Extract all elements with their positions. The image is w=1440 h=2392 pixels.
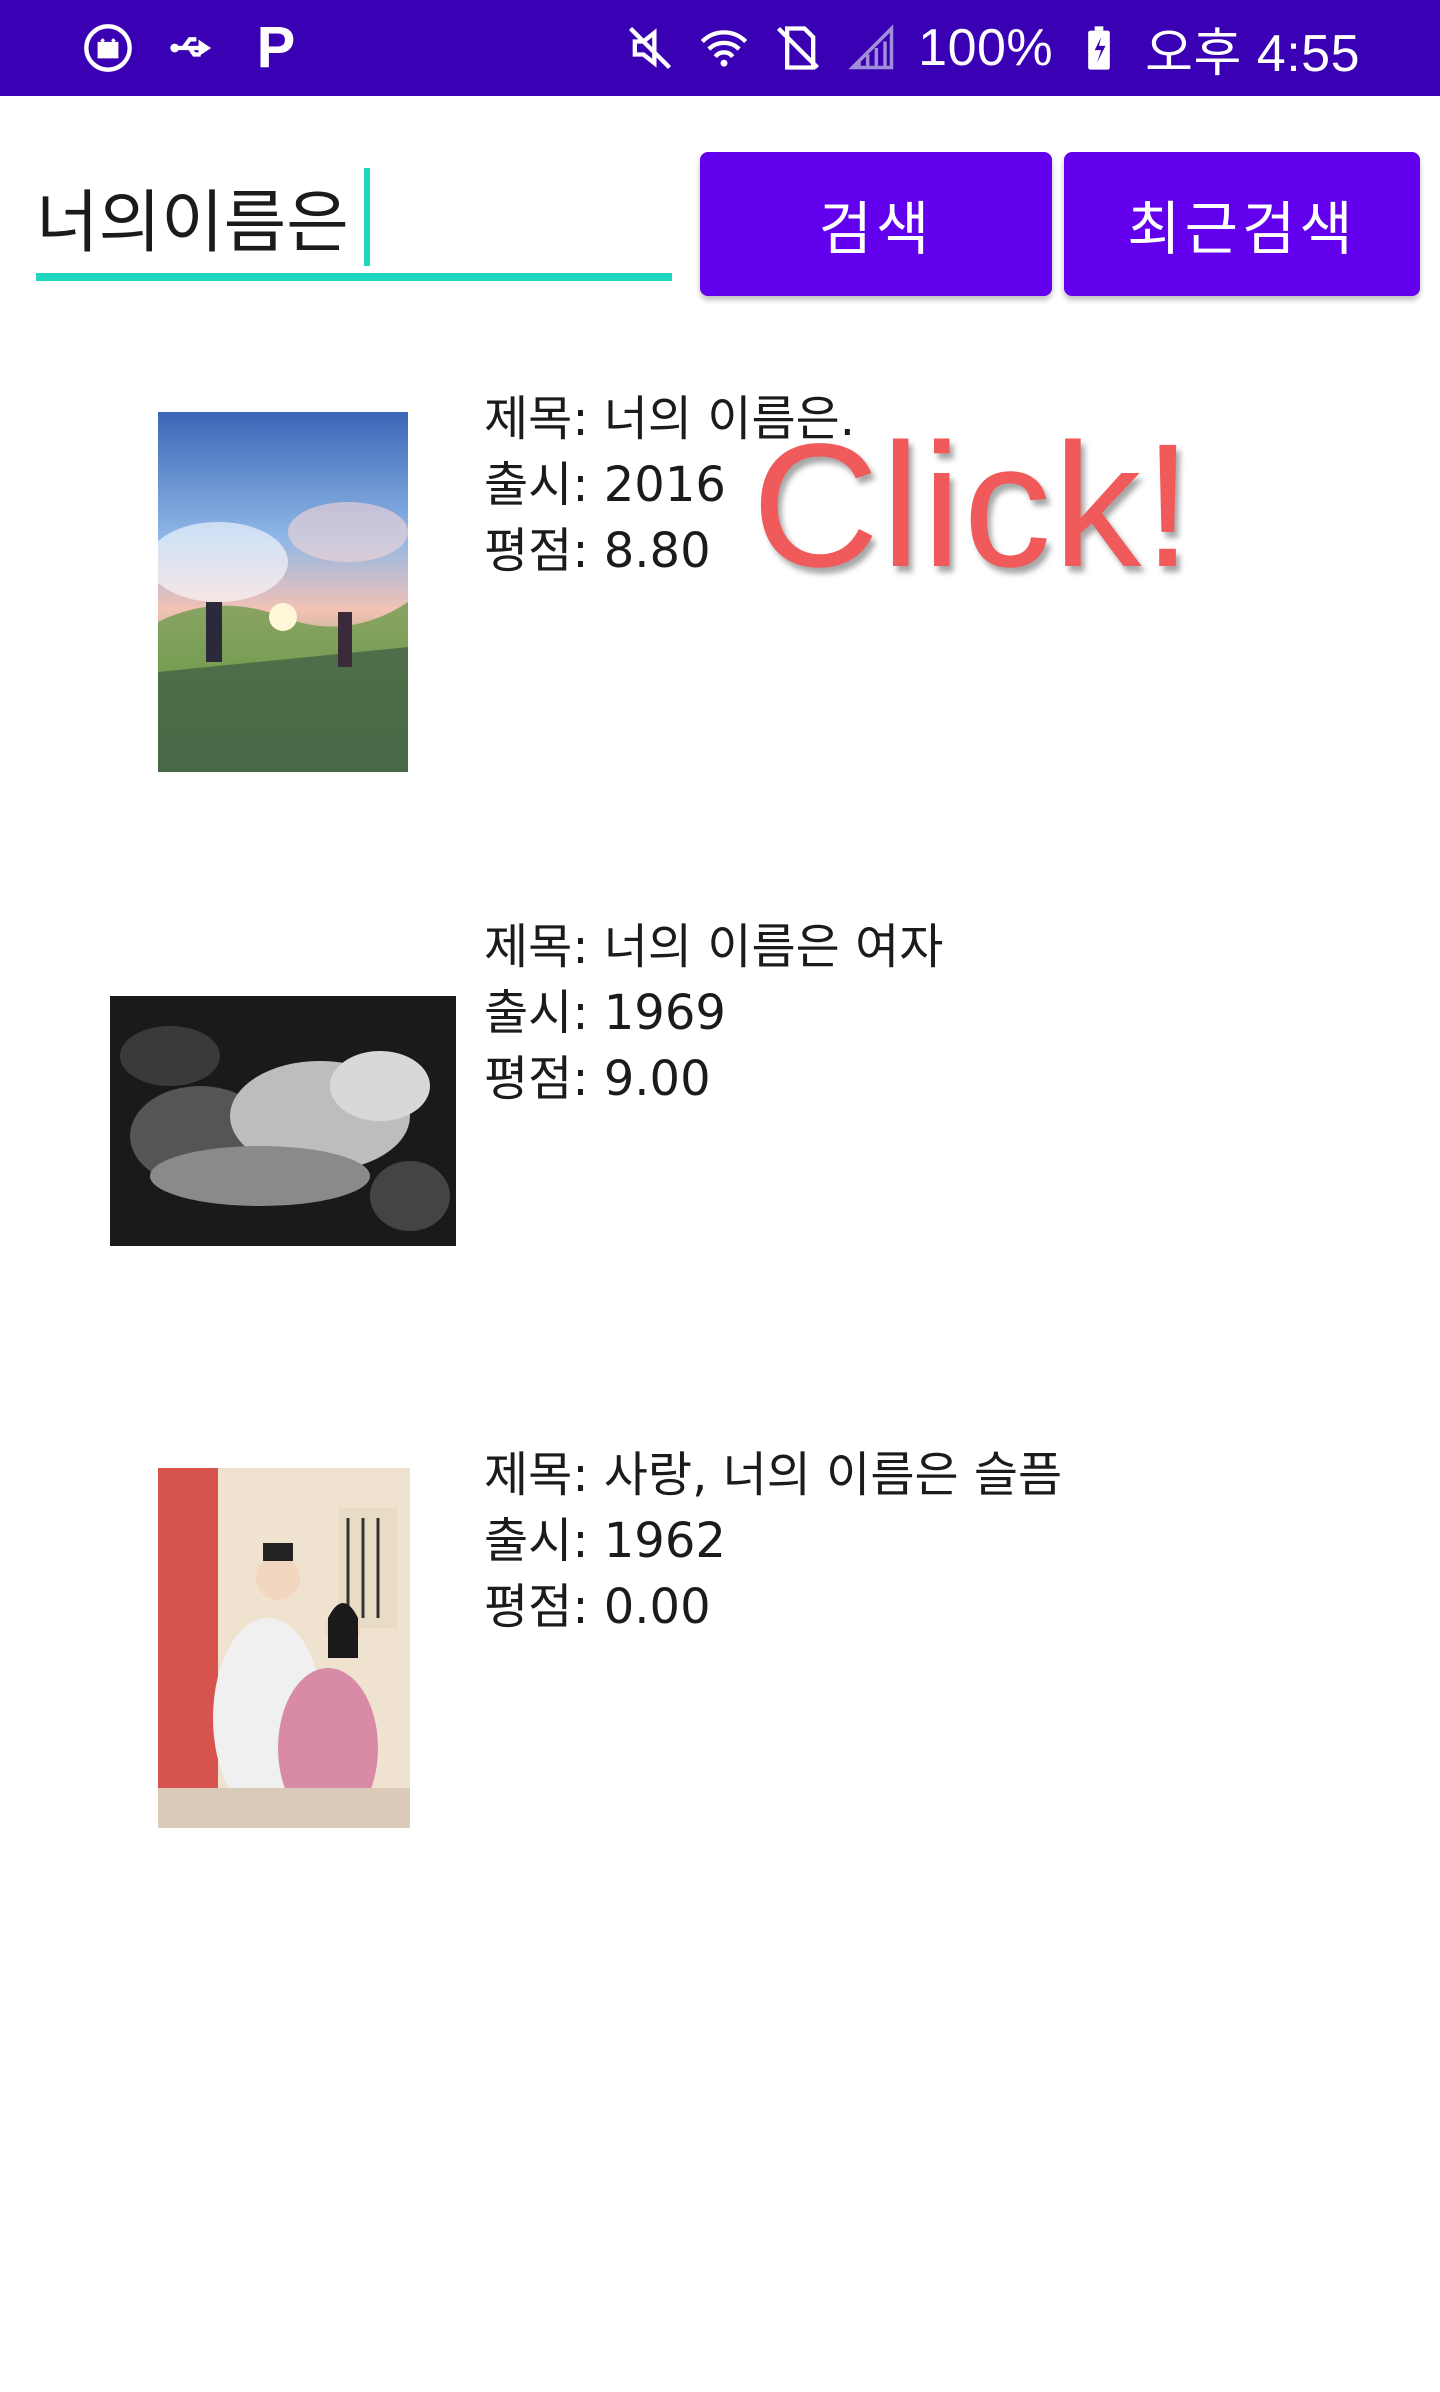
- list-item[interactable]: 제목: 사랑, 너의 이름은 슬픔 출시: 1962 평점: 0.00: [0, 1442, 1440, 1970]
- search-input-underline: [36, 273, 672, 281]
- no-sim-icon: [770, 20, 826, 76]
- battery-percent: 100%: [918, 19, 1054, 77]
- list-item[interactable]: 제목: 너의 이름은 여자 출시: 1969 평점: 9.00: [0, 914, 1440, 1442]
- recent-search-button[interactable]: 최근검색: [1064, 152, 1420, 296]
- search-button[interactable]: 검색: [700, 152, 1052, 296]
- movie-info: 제목: 너의 이름은 여자 출시: 1969 평점: 9.00: [484, 914, 943, 1112]
- text-cursor: [364, 168, 370, 266]
- movie-title: 제목: 너의 이름은 여자: [484, 919, 944, 975]
- movie-release: 출시: 1962: [484, 1513, 726, 1569]
- status-time: 오후 4:55: [1145, 24, 1360, 83]
- movie-rating: 평점: 9.00: [484, 1051, 711, 1107]
- movie-info: 제목: 사랑, 너의 이름은 슬픔 출시: 1962 평점: 0.00: [484, 1442, 1062, 1640]
- list-item[interactable]: 제목: 너의 이름은. 출시: 2016 평점: 8.80: [0, 386, 1440, 914]
- movie-release: 출시: 1969: [484, 985, 726, 1041]
- signal-icon: [844, 20, 900, 76]
- movie-title: 제목: 사랑, 너의 이름은 슬픔: [484, 1447, 1063, 1503]
- battery-charging-icon: [1071, 20, 1127, 76]
- android-debug-icon: [80, 20, 136, 76]
- p-app-icon: P: [256, 15, 296, 80]
- wifi-icon: [696, 20, 752, 76]
- mute-icon: [622, 20, 678, 76]
- status-bar: P 100% 오후 4:55: [0, 0, 1440, 96]
- movie-poster-image: [158, 1468, 410, 1828]
- movie-poster-image: [158, 412, 408, 772]
- search-input[interactable]: [36, 150, 672, 282]
- click-annotation: Click!: [752, 408, 1195, 604]
- status-left-icons: P: [80, 18, 304, 78]
- status-right-icons: 100% 오후 4:55: [622, 18, 1360, 83]
- movie-poster-image: [110, 996, 456, 1246]
- usb-icon: [164, 20, 220, 76]
- movie-rating: 평점: 0.00: [484, 1579, 711, 1635]
